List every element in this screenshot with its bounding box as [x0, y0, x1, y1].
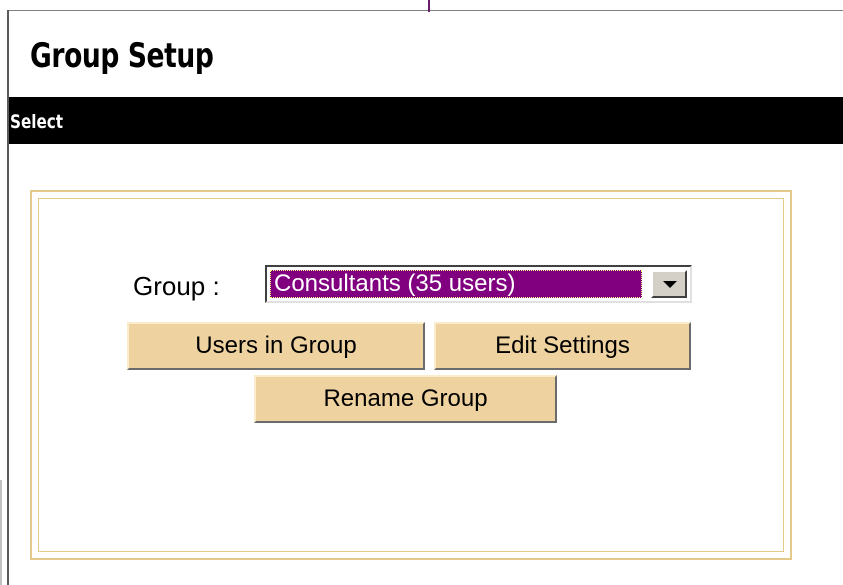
- edit-settings-button[interactable]: Edit Settings: [434, 322, 691, 370]
- page-title: Group Setup: [30, 36, 214, 76]
- left-edge-divider: [0, 480, 2, 585]
- users-in-group-button[interactable]: Users in Group: [127, 322, 425, 370]
- page-frame: Group Setup Select Group : Consultants (…: [0, 0, 843, 585]
- group-dropdown[interactable]: Consultants (35 users): [265, 265, 692, 303]
- top-marker: [428, 0, 430, 12]
- group-label: Group :: [133, 271, 220, 301]
- section-header-label: Select: [10, 111, 64, 133]
- rename-group-button[interactable]: Rename Group: [254, 375, 557, 423]
- chevron-down-icon[interactable]: [651, 270, 687, 298]
- section-header-bar: [9, 97, 843, 144]
- top-divider: [8, 10, 843, 11]
- group-dropdown-value: Consultants (35 users): [270, 270, 642, 298]
